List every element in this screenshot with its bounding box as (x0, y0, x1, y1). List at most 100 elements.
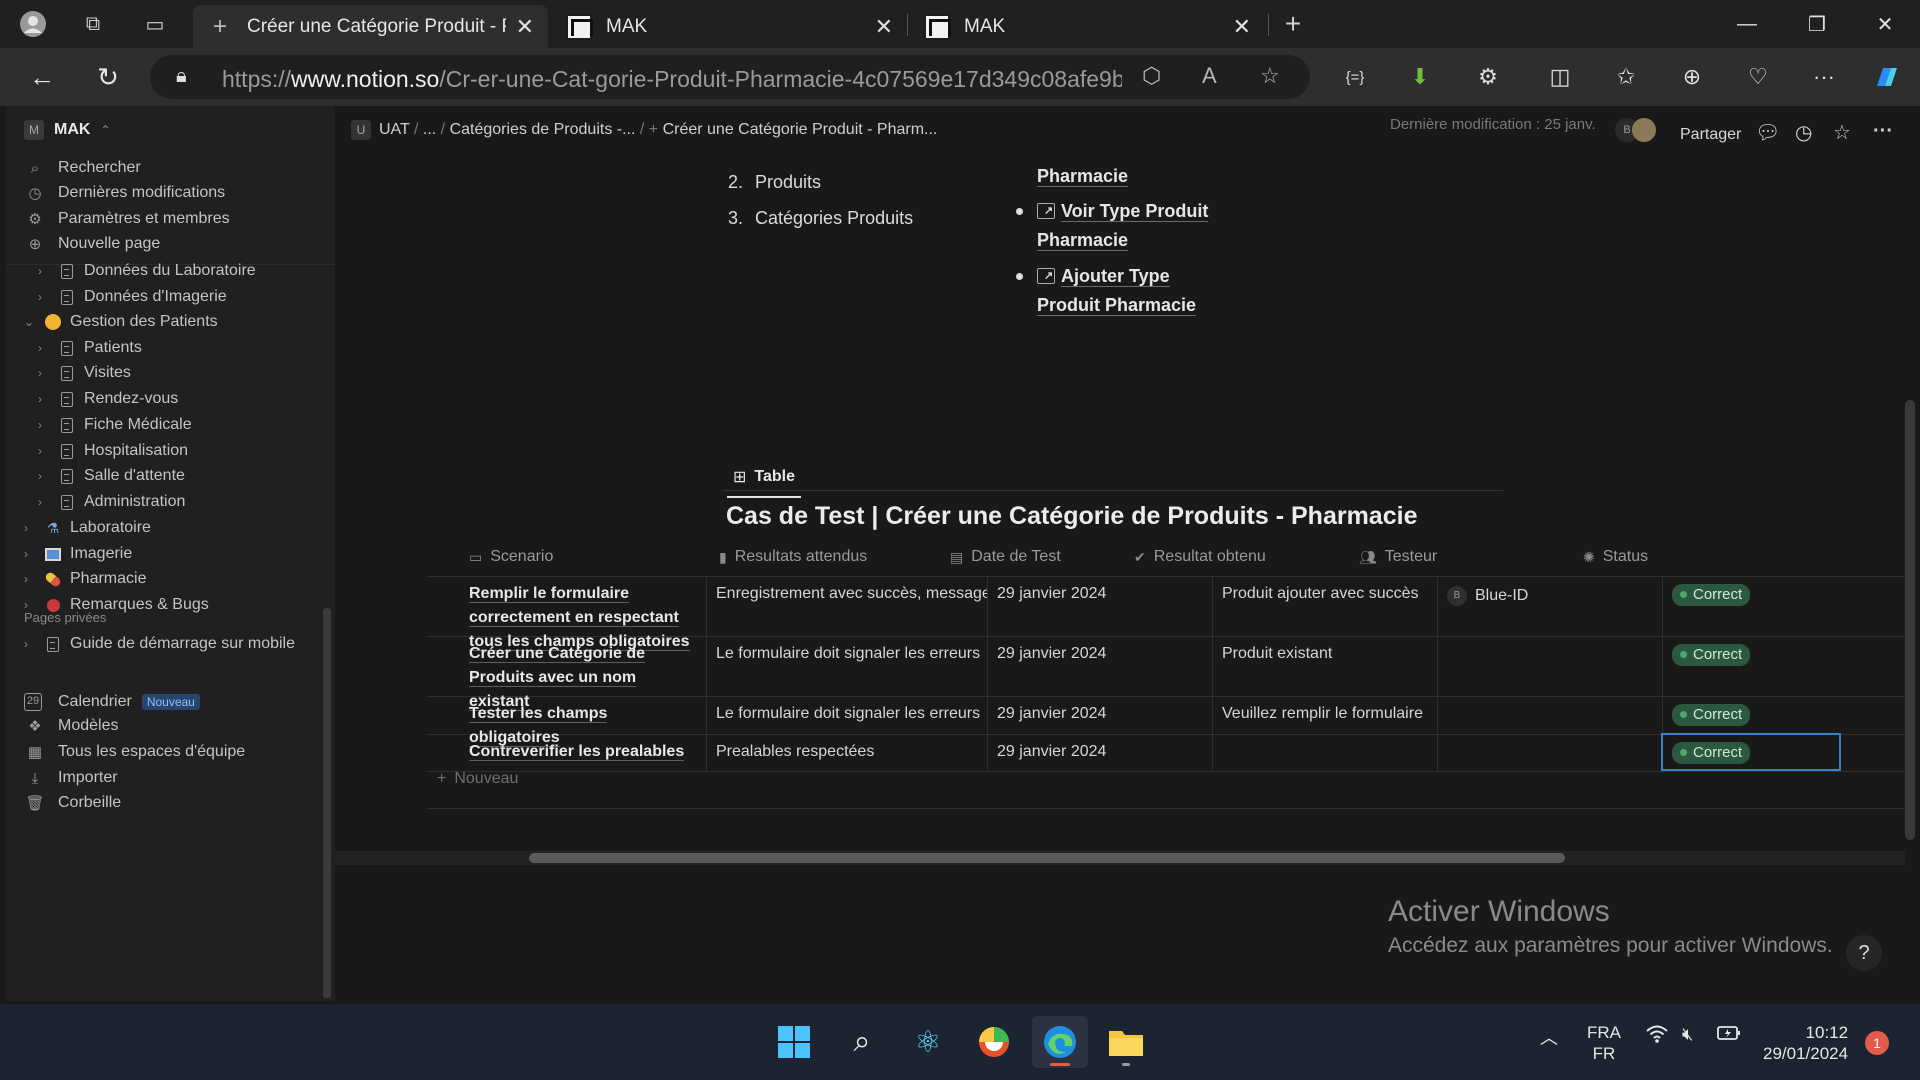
new-row-button[interactable]: + Nouveau (437, 770, 518, 788)
system-clock[interactable]: 10:12 29/01/2024 (1763, 1022, 1848, 1064)
table-cell[interactable]: Produit existant (1212, 636, 1437, 672)
sidebar-item-imagerie[interactable]: › Imagerie (24, 541, 132, 567)
close-icon[interactable]: ✕ (1233, 14, 1251, 40)
database-title[interactable]: Cas de Test | Créer une Catégorie de Pro… (726, 502, 1417, 531)
table-cell-status[interactable]: Correct (1662, 636, 1862, 672)
favorites-icon[interactable]: ✩ (1606, 60, 1646, 94)
table-cell-scenario[interactable]: Contreverifier les prealables (459, 734, 706, 770)
table-cell-date[interactable]: 29 janvier 2024 (987, 696, 1212, 732)
tab-table-view[interactable]: ⊞ Table (727, 458, 802, 498)
devtools-icon[interactable]: {=} (1335, 60, 1375, 94)
chevron-right-icon[interactable]: › (38, 418, 52, 432)
search-icon[interactable]: ⌕ (834, 1016, 890, 1068)
column-header-status[interactable]: ✺ Status (1573, 538, 1648, 576)
collections-toolbar-icon[interactable]: ⊕ (1672, 60, 1712, 94)
table-cell-testeur[interactable]: B Blue-ID (1437, 576, 1662, 614)
sidebar-scrollbar[interactable] (323, 608, 331, 998)
sidebar-trash[interactable]: 🗑︎ Corbeille (24, 790, 121, 816)
table-cell-status[interactable]: Correct (1662, 576, 1862, 612)
url-text[interactable]: https://www.notion.so/Cr-er-une-Cat-gori… (222, 66, 1122, 93)
chevron-right-icon[interactable]: › (38, 469, 52, 483)
column-header-resultats-attendus[interactable]: ▮ Resultats attendus (709, 538, 867, 576)
column-header-resultat-obtenu[interactable]: ✔ Resultat obtenu (1124, 538, 1266, 576)
more-icon[interactable]: ··· (1873, 120, 1893, 143)
favorite-star-icon[interactable]: ☆ (1833, 120, 1851, 145)
split-screen-icon[interactable]: ◫ (1540, 60, 1580, 94)
windows-start-icon[interactable] (766, 1016, 822, 1068)
chevron-down-icon[interactable]: ⌄ (24, 315, 38, 329)
chevron-right-icon[interactable]: › (24, 572, 38, 586)
input-language[interactable]: FRA FR (1587, 1022, 1621, 1064)
table-cell-testeur[interactable] (1437, 696, 1662, 708)
table-cell-testeur[interactable] (1437, 734, 1662, 746)
breadcrumb-item-current[interactable]: Créer une Catégorie Produit - Pharm... (663, 121, 938, 138)
table-cell-testeur[interactable] (1437, 636, 1662, 648)
show-hidden-icons-chevron[interactable]: ︿ (1540, 1024, 1558, 1050)
sidebar-item-visites[interactable]: › Visites (38, 360, 131, 386)
sidebar-item-pharmacie[interactable]: › Pharmacie (24, 566, 146, 592)
restore-icon[interactable]: ❐ (1782, 0, 1852, 48)
sidebar-new-page[interactable]: ⊕ Nouvelle page (24, 231, 161, 257)
breadcrumb-item[interactable]: Catégories de Produits -... (450, 121, 636, 138)
help-button[interactable]: ? (1846, 935, 1882, 971)
sidebar-import[interactable]: ⤓ Importer (24, 765, 118, 791)
sidebar-item-patients[interactable]: › Patients (38, 335, 142, 361)
minimize-icon[interactable]: — (1712, 0, 1782, 48)
table-cell[interactable]: Produit ajouter avec succès (1212, 576, 1437, 612)
table-cell-status[interactable]: Correct (1662, 696, 1862, 732)
favorite-star-icon[interactable]: ☆ (1260, 63, 1280, 89)
table-cell-date[interactable]: 29 janvier 2024 (987, 734, 1212, 770)
brave-browser-icon[interactable] (966, 1016, 1022, 1068)
sidebar-teamspaces[interactable]: ▦ Tous les espaces d'équipe (24, 739, 245, 765)
chevron-right-icon[interactable]: › (38, 341, 52, 355)
wifi-icon[interactable] (1645, 1024, 1669, 1049)
collections-icon[interactable]: ⧉ (68, 8, 118, 40)
table-cell[interactable]: Prealables respectées (706, 734, 987, 770)
sidebar-item-laboratoire[interactable]: › ⚗ Laboratoire (24, 515, 151, 541)
table-cell[interactable]: Le formulaire doit signaler les erreurs (706, 636, 987, 672)
chevron-right-icon[interactable]: › (24, 547, 38, 561)
share-button[interactable]: Partager (1680, 126, 1741, 144)
address-bar[interactable]: 🔒︎ https://www.notion.so/Cr-er-une-Cat-g… (150, 55, 1310, 99)
performance-icon[interactable]: ♡ (1738, 60, 1778, 94)
sidebar-item-administration[interactable]: › Administration (38, 489, 185, 515)
battery-icon[interactable] (1717, 1024, 1741, 1047)
table-cell-date[interactable]: 29 janvier 2024 (987, 636, 1212, 672)
chevron-right-icon[interactable]: › (38, 392, 52, 406)
chevron-right-icon[interactable]: › (38, 366, 52, 380)
tab-active[interactable]: + Créer une Catégorie Produit - Ph ✕ (193, 5, 548, 48)
sidebar-item-guide-mobile[interactable]: › Guide de démarrage sur mobile (24, 631, 295, 657)
sidebar-settings[interactable]: ⚙ Paramètres et membres (24, 206, 229, 232)
react-devtools-icon[interactable]: ⚛ (900, 1016, 956, 1068)
sidebar-search[interactable]: ⌕ Rechercher (24, 155, 141, 181)
download-extension-icon[interactable]: ⬇ (1400, 60, 1440, 94)
sidebar-calendar[interactable]: 29 Calendrier Nouveau (24, 689, 200, 715)
volume-muted-icon[interactable]: 🔇︎ (1682, 1024, 1693, 1045)
workspace-switcher[interactable]: M MAK ⌃ (24, 120, 111, 140)
link-voir-type-produit[interactable]: Voir Type ProduitPharmacie (1037, 197, 1209, 255)
avatar-photo[interactable] (1632, 118, 1656, 142)
vertical-scrollbar[interactable] (1905, 400, 1915, 840)
lock-icon[interactable]: 🔒︎ (176, 65, 187, 88)
sidebar-item-rendez-vous[interactable]: › Rendez-vous (38, 386, 178, 412)
sidebar-item-hospitalisation[interactable]: › Hospitalisation (38, 438, 188, 464)
sidebar-item-donnees-imagerie[interactable]: › Données d'Imagerie (38, 284, 227, 310)
tab-mak-2[interactable]: MAK ✕ (910, 5, 1265, 48)
sidebar-updates[interactable]: ◷ Dernières modifications (24, 180, 225, 206)
chevron-right-icon[interactable]: › (38, 444, 52, 458)
breadcrumb-item[interactable]: UAT (379, 121, 410, 138)
read-aloud-icon[interactable]: A (1202, 63, 1217, 89)
history-icon[interactable]: ◷ (1795, 120, 1812, 145)
column-header-testeur[interactable]: 👥︎ Testeur (1349, 538, 1437, 576)
horizontal-scrollbar[interactable] (529, 853, 1565, 863)
refresh-icon[interactable]: ↻ (86, 58, 130, 96)
close-icon[interactable]: ✕ (516, 14, 534, 40)
column-header-date[interactable]: ▤ Date de Test (940, 538, 1061, 576)
sidebar-item-fiche-medicale[interactable]: › Fiche Médicale (38, 412, 192, 438)
profile-icon[interactable] (8, 8, 58, 40)
file-explorer-icon[interactable] (1098, 1016, 1154, 1068)
column-header-scenario[interactable]: ▭ Scenario (459, 538, 553, 576)
close-icon[interactable]: ✕ (875, 14, 893, 40)
table-cell[interactable] (1212, 734, 1437, 746)
edge-browser-icon[interactable] (1032, 1016, 1088, 1068)
